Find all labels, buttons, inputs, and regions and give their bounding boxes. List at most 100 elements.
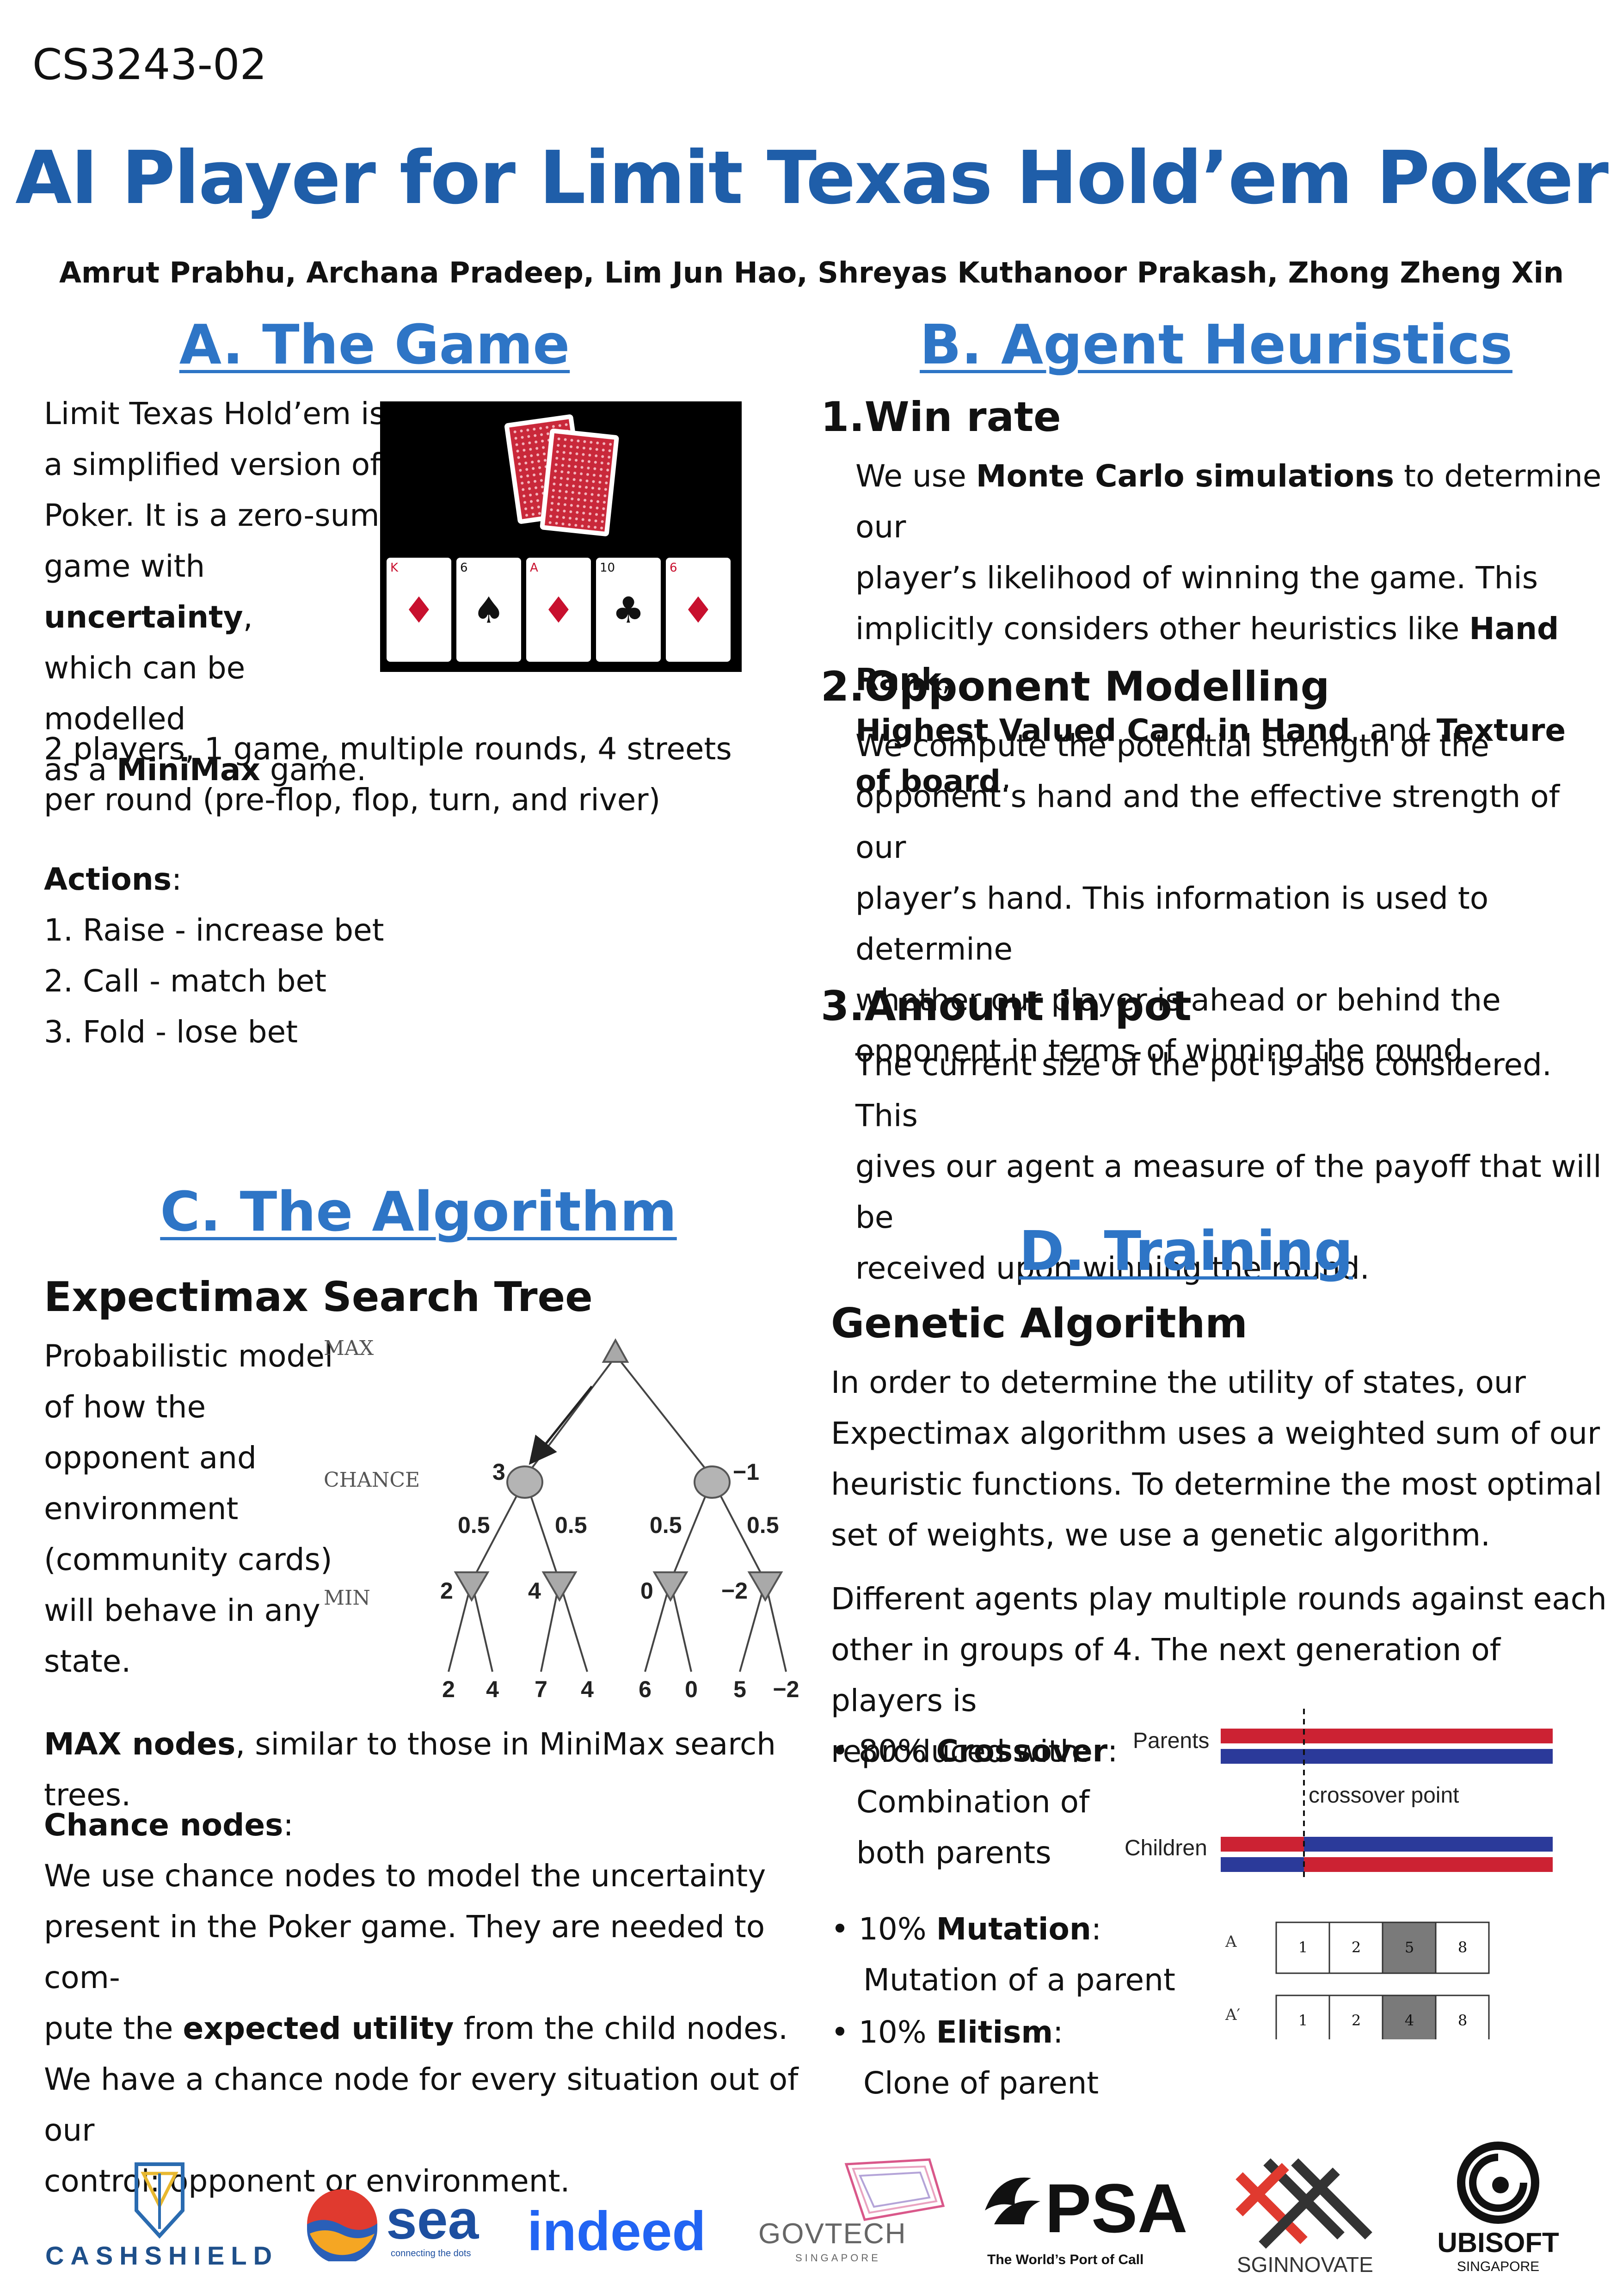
game-players: 2 players, 1 game, multiple rounds, 4 st… bbox=[44, 724, 738, 825]
chance-value: −1 bbox=[733, 1459, 759, 1485]
intro-line: game with uncertainty, bbox=[44, 548, 253, 635]
tree-level-label: MAX bbox=[324, 1336, 374, 1360]
leaf-value: 0 bbox=[685, 1676, 698, 1702]
card-rank: K bbox=[390, 561, 399, 575]
sea-globe-icon bbox=[307, 2189, 377, 2261]
poker-cards-graphic: K♦6♠A♦10♣6♦ bbox=[387, 414, 731, 662]
govtech-wordmark: GOVTECH bbox=[758, 2218, 907, 2250]
ubisoft-wordmark: UBISOFT bbox=[1437, 2227, 1559, 2258]
playing-card: 6♠ bbox=[456, 558, 521, 662]
gene-cell: 2 bbox=[1352, 2012, 1361, 2029]
chance-nodes-note: Chance nodes: We use chance nodes to mod… bbox=[44, 1807, 799, 2199]
training-paragraph: In order to determine the utility of sta… bbox=[831, 1365, 1602, 1553]
intro-line: Limit Texas Hold’em is bbox=[44, 396, 385, 431]
card-suit: ♦ bbox=[403, 590, 435, 632]
action-item: 3. Fold - lose bet bbox=[44, 1014, 298, 1050]
card-suit: ♦ bbox=[542, 590, 575, 632]
govtech-subtitle: SINGAPORE bbox=[795, 2252, 881, 2264]
card-suit: ♣ bbox=[612, 590, 645, 632]
crossover-point-label: crossover point bbox=[1309, 1783, 1459, 1808]
row-label: A bbox=[1225, 1933, 1237, 1951]
section-b-heading: B. Agent Heuristics bbox=[920, 313, 1512, 376]
intro-line: Poker. It is a zero-sum bbox=[44, 498, 380, 533]
algorithm-subheading: Expectimax Search Tree bbox=[44, 1273, 593, 1321]
gene-cell: 2 bbox=[1352, 1939, 1361, 1956]
leaf-value: −2 bbox=[773, 1676, 799, 1702]
gene-cell-mutated: 4 bbox=[1405, 2012, 1414, 2029]
sginnovate-logo: SGINNOVATE bbox=[1230, 2157, 1378, 2278]
section-a-heading: A. The Game bbox=[179, 313, 570, 376]
leaf-value: 4 bbox=[486, 1676, 499, 1702]
child-bar-red-segment bbox=[1221, 1837, 1304, 1852]
card-rank: A bbox=[530, 561, 538, 575]
cashshield-logo: CASHSHIELD bbox=[44, 2155, 280, 2275]
probability-label: 0.5 bbox=[458, 1512, 490, 1538]
sea-logo: sea connecting the dots bbox=[305, 2187, 499, 2271]
leaf-value: 2 bbox=[442, 1676, 455, 1702]
min-value: 2 bbox=[440, 1578, 453, 1604]
min-node bbox=[747, 1571, 783, 1602]
card-rank: 6 bbox=[460, 561, 468, 575]
face-down-card bbox=[540, 428, 619, 536]
expectimax-tree-diagram: MAX CHANCE MIN 3 −1 0.5 0.5 0.5 0.5 2 4 … bbox=[324, 1336, 799, 1702]
section-c-heading: C. The Algorithm bbox=[160, 1180, 677, 1243]
algorithm-description: Probabilistic model of how the opponent … bbox=[44, 1338, 333, 1679]
playing-card: 10 ♣ bbox=[596, 558, 661, 662]
actions-label: Actions: bbox=[44, 862, 182, 897]
sginnovate-wordmark: SGINNOVATE bbox=[1237, 2253, 1373, 2277]
govtech-logo: GOVTECH SINGAPORE bbox=[754, 2155, 948, 2271]
ubisoft-swirl-icon bbox=[1457, 2142, 1539, 2224]
players-line: 2 players, 1 game, multiple rounds, 4 st… bbox=[44, 731, 732, 767]
psa-wordmark: PSA bbox=[1045, 2169, 1188, 2247]
tree-level-label: CHANCE bbox=[324, 1468, 420, 1492]
child-bar-blue-segment bbox=[1221, 1857, 1304, 1872]
leaf-value: 4 bbox=[581, 1676, 594, 1702]
sea-tagline: connecting the dots bbox=[391, 2248, 471, 2259]
leaf-value: 6 bbox=[639, 1676, 652, 1702]
probability-label: 0.5 bbox=[650, 1512, 682, 1538]
training-subheading: Genetic Algorithm bbox=[831, 1299, 1248, 1347]
card-rank: 10 bbox=[600, 561, 615, 575]
poster-title: AI Player for Limit Texas Hold’em Poker bbox=[15, 135, 1609, 221]
cashshield-wordmark: CASHSHIELD bbox=[45, 2241, 279, 2270]
child-bar-red-segment bbox=[1304, 1857, 1553, 1872]
leaf-value: 5 bbox=[733, 1676, 746, 1702]
psa-wave-icon bbox=[985, 2177, 1040, 2224]
gene-cell: 8 bbox=[1458, 1939, 1467, 1956]
gene-cell: 1 bbox=[1298, 1939, 1308, 1956]
psa-tagline: The World’s Port of Call bbox=[987, 2252, 1144, 2267]
indeed-logo: indeed bbox=[527, 2200, 706, 2262]
chance-value: 3 bbox=[492, 1459, 505, 1485]
heuristic-heading: 1.Win rate bbox=[821, 393, 1061, 441]
sginnovate-grid-icon bbox=[1236, 2158, 1372, 2249]
section-d-heading: D. Training bbox=[1019, 1219, 1353, 1283]
course-code: CS3243-02 bbox=[32, 40, 267, 89]
parent-bar-red bbox=[1221, 1729, 1553, 1743]
min-value: −2 bbox=[721, 1578, 748, 1604]
chance-node bbox=[506, 1465, 543, 1499]
action-item: 1. Raise - increase bet bbox=[44, 912, 384, 948]
parents-label: Parents bbox=[1133, 1729, 1209, 1753]
mutation-item: • 10% Mutation: Mutation of a parent bbox=[831, 1911, 1175, 1998]
card-suit: ♠ bbox=[473, 590, 505, 632]
gene-cell-mutated: 5 bbox=[1405, 1939, 1414, 1956]
playing-card: 6♦ bbox=[666, 558, 731, 662]
gene-cell: 8 bbox=[1458, 2012, 1467, 2029]
ubisoft-logo: UBISOFT SINGAPORE bbox=[1433, 2141, 1563, 2275]
playing-card: K♦ bbox=[387, 558, 451, 662]
max-node bbox=[602, 1338, 629, 1363]
min-node bbox=[454, 1571, 490, 1602]
author-list: Amrut Prabhu, Archana Pradeep, Lim Jun H… bbox=[59, 256, 1564, 289]
sea-wordmark: sea bbox=[386, 2189, 479, 2251]
min-node bbox=[652, 1571, 689, 1602]
ubisoft-subtitle: SINGAPORE bbox=[1457, 2259, 1540, 2274]
psa-logo: PSA The World’s Port of Call bbox=[980, 2167, 1193, 2278]
row-label: A′ bbox=[1225, 2006, 1240, 2024]
elitism-item: • 10% Elitism: Clone of parent bbox=[831, 2014, 1099, 2101]
child-bar-blue-segment bbox=[1304, 1837, 1553, 1852]
chance-node bbox=[694, 1465, 731, 1499]
min-value: 4 bbox=[528, 1578, 541, 1604]
crossover-diagram: Parents crossover point Children bbox=[1125, 1709, 1553, 1880]
action-item: 2. Call - match bet bbox=[44, 963, 327, 999]
poker-cards-image: K ♦ 6 ♠ A ♦ 10 ♣ 6 ♦ bbox=[380, 401, 742, 672]
